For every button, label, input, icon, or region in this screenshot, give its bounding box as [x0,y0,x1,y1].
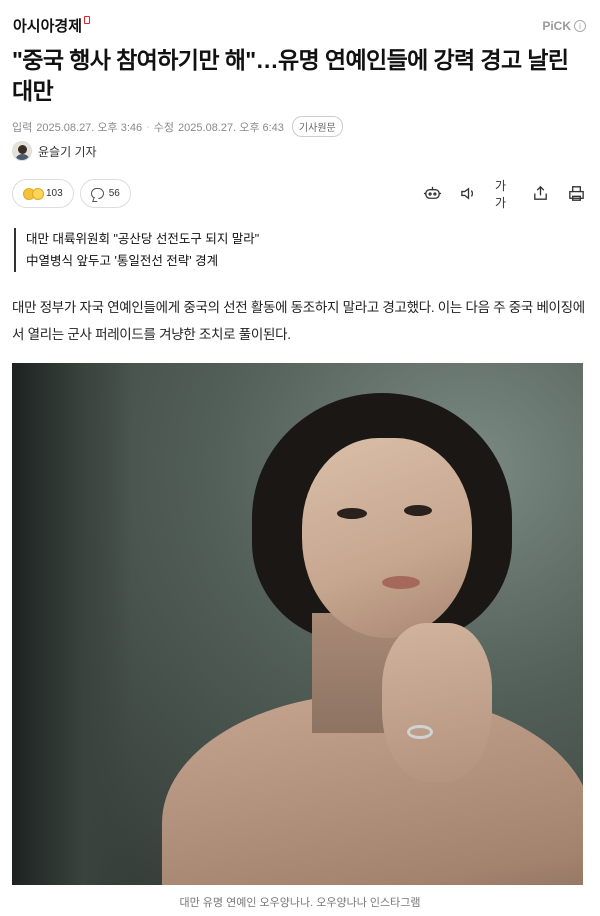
summary-line: 대만 대륙위원회 "공산당 선전도구 되지 말라" [26,232,260,246]
meta-separator: · [146,120,150,133]
share-icon[interactable] [531,184,550,203]
updated-time: 2025.08.27. 오후 6:43 [178,121,284,134]
emoji-reaction-button[interactable]: 103 [12,179,74,208]
photo-wall [12,363,132,885]
comment-icon [90,188,104,199]
comment-button[interactable]: 56 [79,179,131,208]
article-photo[interactable] [12,363,583,885]
original-article-button[interactable]: 기사원문 [291,116,343,137]
emoji-reaction-count: 103 [46,188,63,199]
article-summary: 대만 대륙위원회 "공산당 선전도구 되지 말라" 中열병식 앞두고 '통일전선… [14,228,259,272]
audio-bot-icon[interactable] [423,184,442,203]
article-meta: 입력 2025.08.27. 오후 3:46 · 수정 2025.08.27. … [12,116,343,137]
photo-eye [337,508,367,519]
photo-face [302,438,472,638]
updated-label: 수정 [153,121,175,134]
published-label: 입력 [12,121,33,134]
photo-eye [404,505,432,516]
reaction-pills: 103 56 [12,179,131,208]
pick-badge[interactable]: PiCK i [542,19,586,33]
speaker-icon[interactable] [459,184,478,203]
reporter-info[interactable]: 윤슬기 기자 [12,141,97,161]
brand-name: 아시아경제 [13,18,83,35]
brand-mark-icon [84,16,91,24]
summary-line: 中열병식 앞두고 '통일전선 전략' 경계 [26,254,219,268]
print-icon[interactable] [567,184,586,203]
reporter-avatar [12,141,32,161]
photo-ring [407,725,433,739]
photo-caption: 대만 유명 연예인 오우양나나. 오우양나나 인스타그램 [179,897,421,909]
photo-lips [382,576,420,589]
article-headline: "중국 행사 참여하기만 해"…유명 연예인들에 강력 경고 날린 대만 [12,47,569,104]
comment-count: 56 [108,188,120,199]
font-size-icon[interactable]: 가가 [495,179,514,210]
info-icon[interactable]: i [574,20,586,32]
article-lead: 대만 정부가 자국 연예인들에게 중국의 선전 활동에 동조하지 말라고 경고했… [12,300,585,342]
brand-logo[interactable]: 아시아경제 [13,15,91,36]
published-time: 2025.08.27. 오후 3:46 [36,121,143,134]
photo-hand [382,623,492,783]
article-tools: 가가 [423,179,586,210]
pick-label: PiCK [542,19,571,33]
reporter-name: 윤슬기 기자 [38,144,97,159]
top-bar: 아시아경제 PiCK i [0,0,600,44]
emoji-reaction-icon [23,187,44,200]
